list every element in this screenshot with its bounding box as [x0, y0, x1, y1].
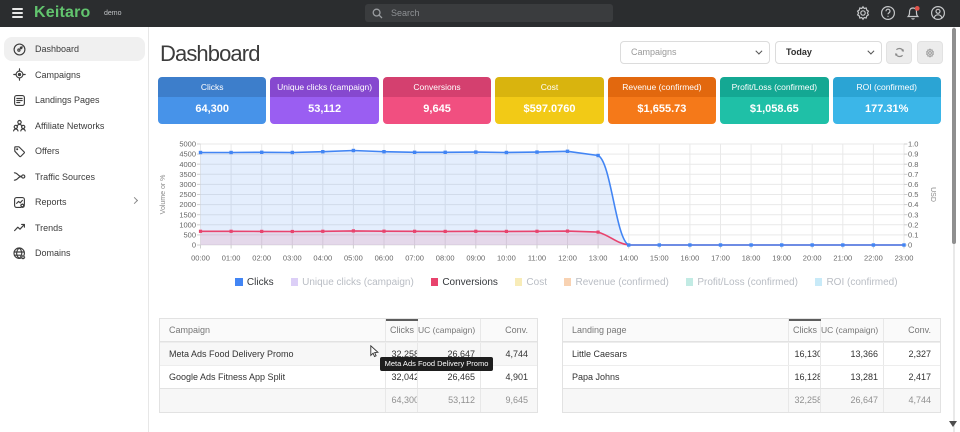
- svg-text:500: 500: [183, 231, 196, 240]
- svg-text:1.0: 1.0: [908, 140, 918, 149]
- svg-text:07:00: 07:00: [405, 254, 424, 263]
- svg-text:1000: 1000: [179, 220, 196, 229]
- svg-text:4000: 4000: [179, 160, 196, 169]
- svg-text:0.2: 0.2: [908, 220, 918, 229]
- svg-text:19:00: 19:00: [772, 254, 791, 263]
- svg-text:12:00: 12:00: [558, 254, 577, 263]
- svg-text:13:00: 13:00: [589, 254, 608, 263]
- svg-text:18:00: 18:00: [742, 254, 761, 263]
- svg-text:22:00: 22:00: [864, 254, 883, 263]
- svg-text:05:00: 05:00: [344, 254, 363, 263]
- svg-text:3500: 3500: [179, 170, 196, 179]
- svg-text:23:00: 23:00: [895, 254, 914, 263]
- svg-text:04:00: 04:00: [313, 254, 332, 263]
- svg-text:02:00: 02:00: [252, 254, 271, 263]
- svg-text:06:00: 06:00: [375, 254, 394, 263]
- svg-text:0.6: 0.6: [908, 180, 918, 189]
- svg-text:17:00: 17:00: [711, 254, 730, 263]
- svg-text:00:00: 00:00: [191, 254, 210, 263]
- svg-text:Volume or %: Volume or %: [160, 175, 167, 215]
- svg-text:0: 0: [908, 241, 912, 250]
- svg-text:03:00: 03:00: [283, 254, 302, 263]
- svg-text:2000: 2000: [179, 200, 196, 209]
- svg-text:2500: 2500: [179, 190, 196, 199]
- svg-text:15:00: 15:00: [650, 254, 669, 263]
- svg-text:0.1: 0.1: [908, 231, 918, 240]
- svg-text:16:00: 16:00: [681, 254, 700, 263]
- svg-text:09:00: 09:00: [466, 254, 485, 263]
- svg-text:0.4: 0.4: [908, 200, 918, 209]
- svg-text:20:00: 20:00: [803, 254, 822, 263]
- svg-text:1500: 1500: [179, 210, 196, 219]
- svg-text:10:00: 10:00: [497, 254, 516, 263]
- svg-text:5000: 5000: [179, 140, 196, 149]
- svg-text:11:00: 11:00: [528, 254, 546, 263]
- svg-text:01:00: 01:00: [222, 254, 241, 263]
- svg-text:0.7: 0.7: [908, 170, 918, 179]
- svg-text:21:00: 21:00: [833, 254, 852, 263]
- svg-text:0.5: 0.5: [908, 190, 918, 199]
- svg-text:14:00: 14:00: [619, 254, 638, 263]
- svg-text:0.9: 0.9: [908, 150, 918, 159]
- svg-text:3000: 3000: [179, 180, 196, 189]
- svg-text:08:00: 08:00: [436, 254, 455, 263]
- svg-text:0.8: 0.8: [908, 160, 918, 169]
- svg-text:4500: 4500: [179, 150, 196, 159]
- svg-text:0.3: 0.3: [908, 210, 918, 219]
- svg-text:0: 0: [192, 241, 196, 250]
- svg-text:USD: USD: [929, 187, 936, 202]
